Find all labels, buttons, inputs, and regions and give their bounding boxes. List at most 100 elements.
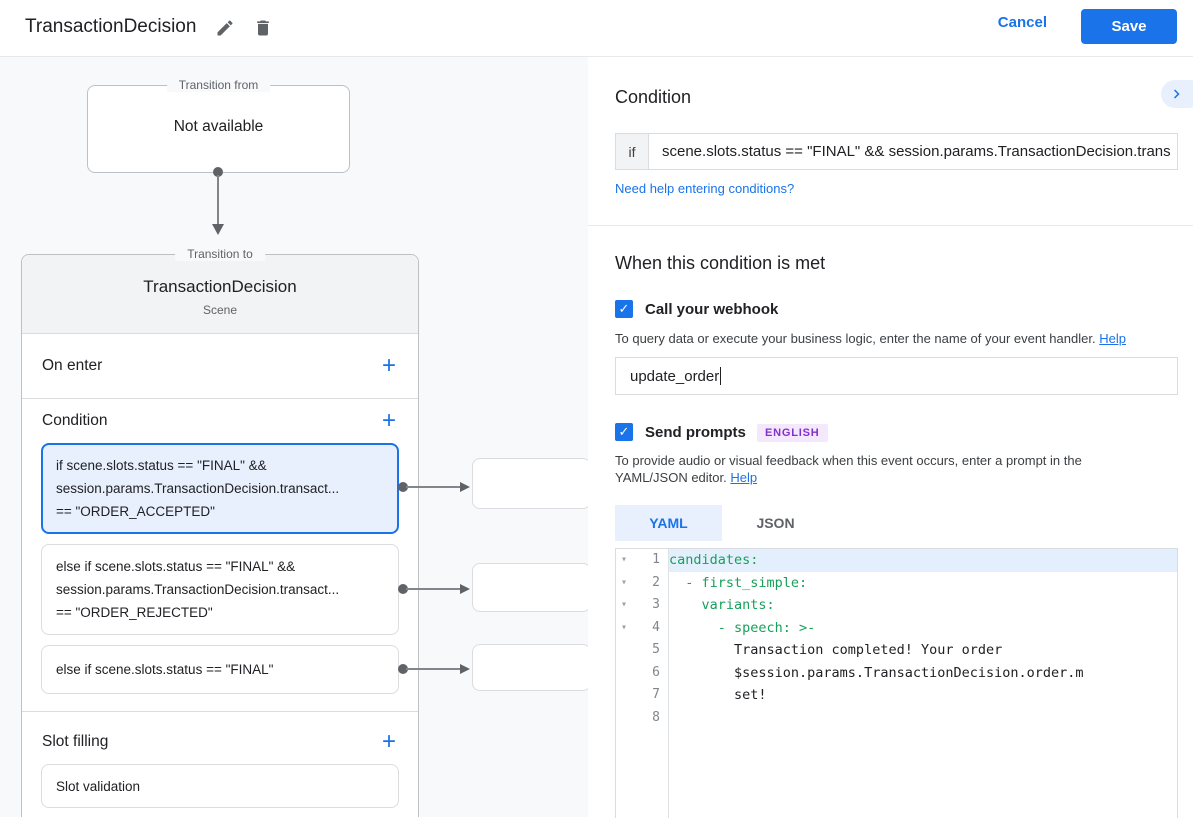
line-number: 2 (652, 572, 660, 595)
send-prompts-label[interactable]: Send prompts (645, 424, 746, 441)
save-button[interactable]: Save (1081, 9, 1177, 44)
line-number: 3 (652, 594, 660, 617)
condition-text-line: session.params.TransactionDecision.trans… (56, 477, 384, 500)
chevron-right-icon (1168, 85, 1193, 103)
language-badge: ENGLISH (757, 424, 828, 442)
condition-expression-input[interactable]: scene.slots.status == "FINAL" && session… (649, 134, 1177, 169)
line-number: 7 (652, 684, 660, 707)
fold-arrow-icon[interactable]: ▾ (621, 594, 627, 617)
arrow-right-icon (460, 482, 470, 492)
condition-card-selected[interactable]: if scene.slots.status == "FINAL" && sess… (41, 443, 399, 534)
line-number: 1 (652, 549, 660, 572)
condition-text-line: == "ORDER_ACCEPTED" (56, 500, 384, 523)
add-condition-button[interactable]: + (380, 409, 398, 433)
webhook-description: To query data or execute your business l… (615, 330, 1181, 347)
line-number: 8 (652, 707, 660, 730)
editor-format-tabs: YAML JSON (615, 505, 829, 541)
transition-from-value: Not available (88, 118, 349, 136)
add-on-enter-button[interactable]: + (380, 354, 398, 378)
condition-text-line: session.params.TransactionDecision.trans… (56, 578, 384, 601)
arrow-right-icon (460, 584, 470, 594)
panel-divider (588, 225, 1193, 226)
transition-target-box[interactable] (472, 644, 588, 691)
transition-target-box[interactable] (472, 563, 588, 612)
transition-to-scene-card: Transition to TransactionDecision Scene … (21, 254, 419, 817)
webhook-description-text: To query data or execute your business l… (615, 331, 1096, 346)
fold-arrow-icon[interactable]: ▾ (621, 549, 627, 572)
tab-yaml[interactable]: YAML (615, 505, 722, 541)
slot-validation-card[interactable]: Slot validation (41, 764, 399, 808)
line-number: 6 (652, 662, 660, 685)
yaml-editor[interactable]: ▾ 1 ▾ 2 ▾ 3 ▾ 4 5 6 7 8 candidates: - first_… (615, 548, 1178, 818)
tab-json[interactable]: JSON (722, 505, 829, 541)
condition-section: Condition + if scene.slots.status == "FI… (22, 399, 418, 712)
code-line (669, 707, 1177, 730)
when-condition-heading: When this condition is met (615, 253, 825, 274)
condition-text-line: else if scene.slots.status == "FINAL" && (56, 555, 384, 578)
slot-filling-section: Slot filling + (22, 712, 418, 764)
transition-target-box[interactable] (472, 458, 588, 509)
check-icon: ✓ (619, 424, 630, 439)
page-title: TransactionDecision (25, 16, 196, 38)
if-prefix-label: if (616, 134, 649, 169)
condition-expression-row: if scene.slots.status == "FINAL" && sess… (615, 133, 1178, 170)
event-handler-input[interactable]: update_order (615, 357, 1178, 395)
slot-card-label: Slot validation (56, 779, 140, 794)
scene-flow-canvas: Transition from Not available Transition… (0, 57, 588, 817)
condition-text-line: == "ORDER_REJECTED" (56, 601, 384, 624)
arrow-right-icon (460, 664, 470, 674)
scene-name: TransactionDecision (22, 255, 418, 297)
line-number: 4 (652, 617, 660, 640)
condition-detail-panel: Condition if scene.slots.status == "FINA… (588, 57, 1193, 817)
connector-line (406, 486, 461, 488)
code-line: - speech: >- (669, 617, 1177, 640)
on-enter-section: On enter + (22, 334, 418, 399)
condition-section-label: Condition (42, 412, 108, 430)
code-line: set! (669, 684, 1177, 707)
send-prompts-checkbox[interactable]: ✓ (615, 423, 633, 441)
condition-help-link[interactable]: Need help entering conditions? (615, 181, 794, 196)
trash-icon (253, 18, 279, 38)
editor-gutter: ▾ 1 ▾ 2 ▾ 3 ▾ 4 5 6 7 8 (616, 549, 669, 818)
connector-line (406, 668, 461, 670)
line-number: 5 (652, 639, 660, 662)
fold-arrow-icon[interactable]: ▾ (621, 572, 627, 595)
text-caret (720, 367, 721, 385)
top-bar: TransactionDecision Cancel Save (0, 0, 1193, 57)
prompts-description-text: To provide audio or visual feedback when… (615, 453, 1082, 485)
condition-card[interactable]: else if scene.slots.status == "FINAL" &&… (41, 544, 399, 635)
code-line: $session.params.TransactionDecision.orde… (669, 662, 1177, 685)
transition-to-label: Transition to (175, 247, 265, 261)
transition-from-label: Transition from (167, 78, 271, 92)
prompts-help-link[interactable]: Help (730, 470, 757, 485)
call-webhook-checkbox[interactable]: ✓ (615, 300, 633, 318)
panel-title: Condition (615, 87, 691, 108)
flow-arrow-down-icon (212, 224, 224, 235)
code-line: variants: (669, 594, 1177, 617)
code-line: candidates: (669, 549, 1177, 572)
editor-code-area[interactable]: candidates: - first_simple: variants: - … (669, 549, 1177, 818)
condition-text-line: if scene.slots.status == "FINAL" && (56, 454, 384, 477)
call-webhook-label[interactable]: Call your webhook (645, 301, 778, 318)
prompts-description: To provide audio or visual feedback when… (615, 452, 1135, 486)
transition-from-node: Transition from Not available (87, 85, 350, 173)
edit-icon (215, 18, 241, 38)
slot-filling-label: Slot filling (42, 733, 108, 751)
edit-scene-button[interactable] (215, 15, 241, 41)
check-icon: ✓ (619, 301, 630, 316)
code-line: Transaction completed! Your order (669, 639, 1177, 662)
connector-line (406, 588, 461, 590)
condition-text-line: else if scene.slots.status == "FINAL" (56, 658, 384, 681)
on-enter-label: On enter (42, 357, 102, 375)
event-handler-value: update_order (630, 368, 719, 385)
scene-header: TransactionDecision Scene (22, 255, 418, 334)
delete-scene-button[interactable] (253, 15, 279, 41)
add-slot-button[interactable]: + (380, 730, 398, 754)
collapse-panel-button[interactable] (1161, 80, 1193, 108)
cancel-button[interactable]: Cancel (998, 14, 1047, 31)
flow-connector-line (217, 175, 219, 224)
condition-card[interactable]: else if scene.slots.status == "FINAL" (41, 645, 399, 694)
scene-type: Scene (22, 297, 418, 317)
webhook-help-link[interactable]: Help (1099, 331, 1126, 346)
fold-arrow-icon[interactable]: ▾ (621, 617, 627, 640)
